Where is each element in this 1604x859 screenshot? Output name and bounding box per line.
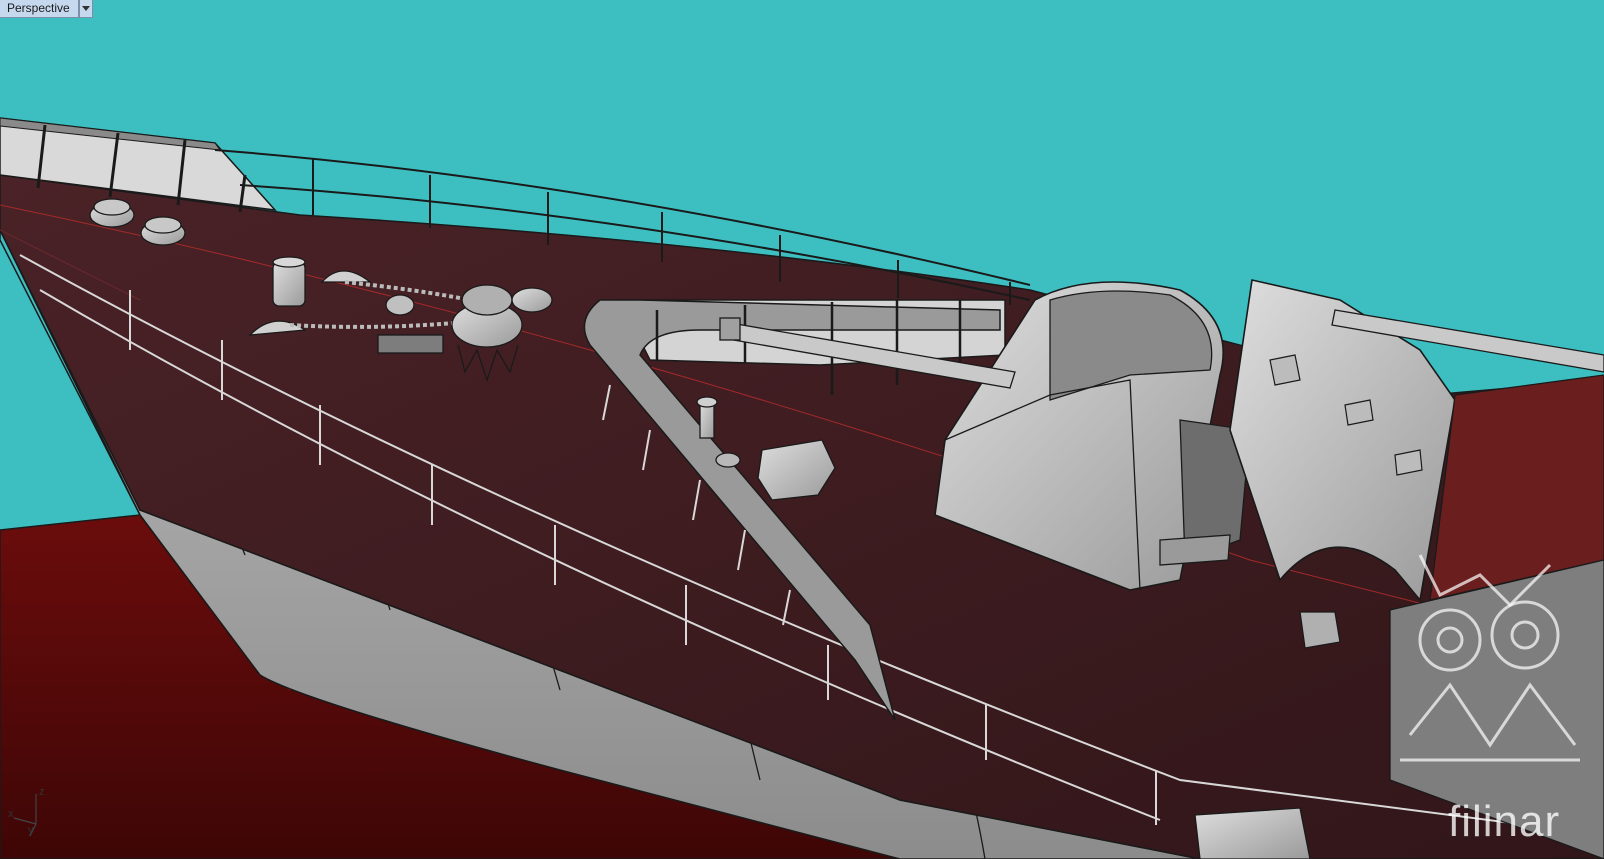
axis-label-z: z (39, 786, 45, 798)
axis-label-y: y (28, 824, 34, 836)
triangle-down-icon (81, 6, 90, 11)
watermark-text: filinar (1448, 797, 1561, 846)
axis-label-x: x (8, 808, 14, 820)
owl-watermark-logo (1400, 554, 1580, 762)
perspective-viewport[interactable]: Perspective z x y filinar (0, 0, 1604, 859)
ship-model-render[interactable] (0, 0, 1604, 859)
world-axes-widget: z x y (6, 786, 52, 838)
viewport-menu-button[interactable] (78, 0, 93, 18)
viewport-title-label[interactable]: Perspective (0, 0, 79, 18)
viewport-title-tab[interactable]: Perspective (0, 0, 93, 18)
